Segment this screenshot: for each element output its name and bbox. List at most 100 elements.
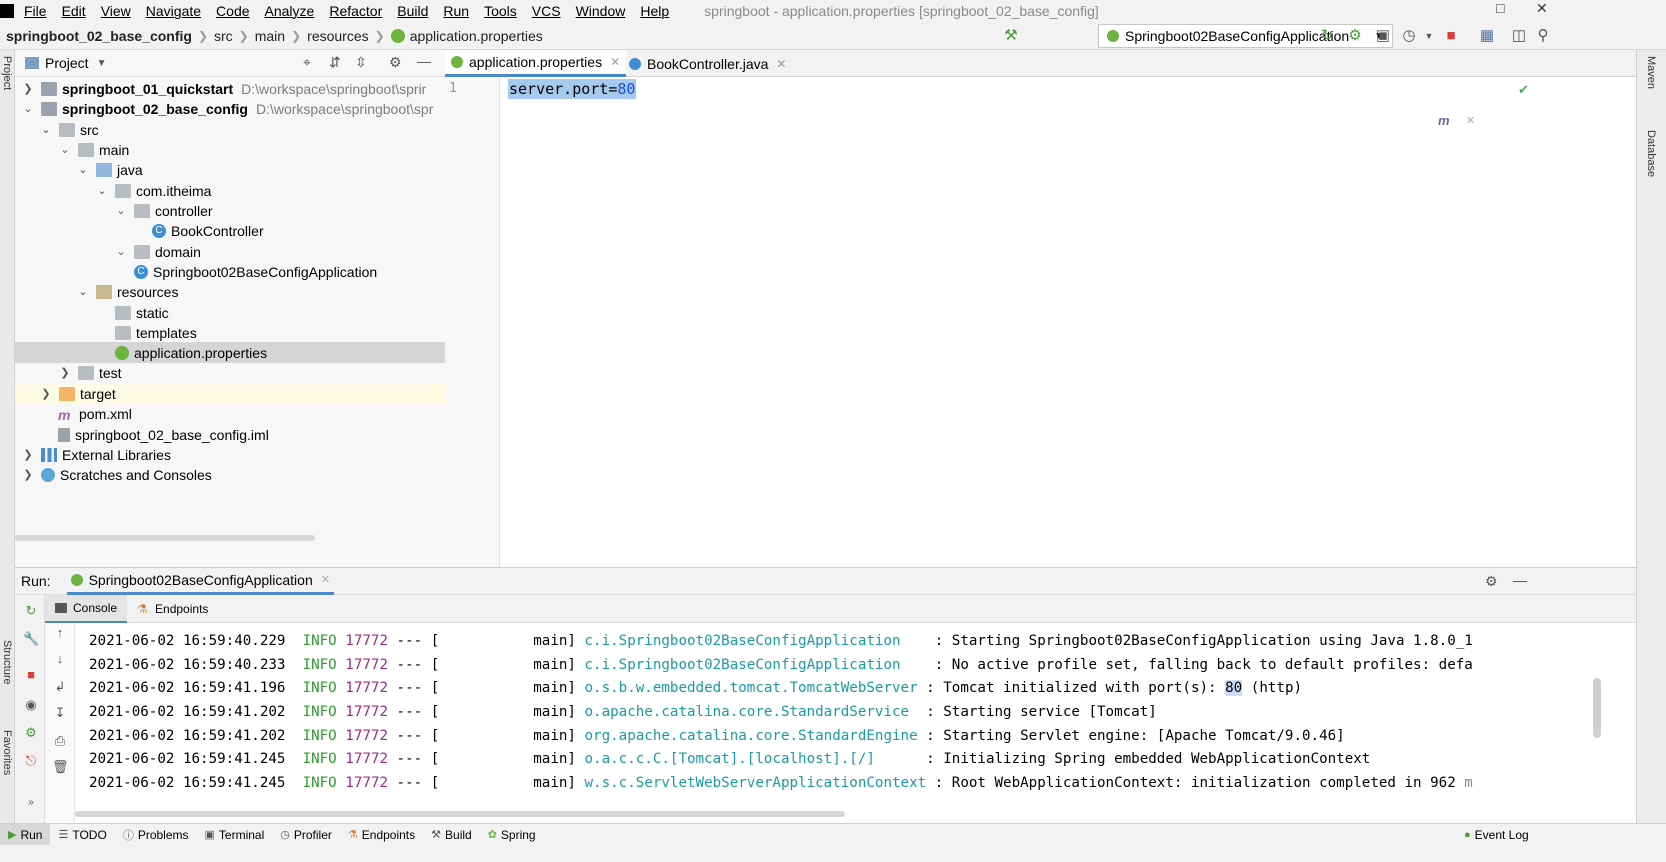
layout-icon[interactable]: ◫ (1510, 27, 1528, 45)
menu-edit[interactable]: Edit (62, 3, 86, 19)
rerun-icon[interactable]: ↻ (1318, 27, 1336, 45)
build-hammer-icon[interactable]: ⚒ (1002, 27, 1020, 45)
log-logger[interactable]: org.apache.catalina.core.StandardEngine (585, 728, 918, 744)
tree-item-quickstart[interactable]: ❯ springboot_01_quickstart D:\workspace\… (15, 78, 455, 99)
tree-item-package[interactable]: ⌄ com.itheima (15, 180, 455, 201)
breadcrumb-src[interactable]: src (214, 28, 233, 44)
menu-analyze[interactable]: Analyze (265, 3, 315, 19)
menu-vcs[interactable]: VCS (532, 3, 561, 19)
tab-terminal[interactable]: ▣ Terminal (197, 824, 273, 846)
tab-application-properties[interactable]: application.properties ✕ (445, 50, 627, 77)
restore-layout-icon[interactable]: ⚙ (23, 725, 39, 741)
tree-item-target[interactable]: ❯ target (15, 383, 455, 404)
code-line[interactable]: server.port=80 (508, 79, 637, 99)
project-panel-title[interactable]: Project (45, 55, 89, 71)
debug-icon[interactable]: ⚙ (1346, 27, 1364, 45)
minimize-icon[interactable]: — (417, 53, 431, 69)
maven-side-tab[interactable]: Maven (1645, 56, 1657, 89)
gear-icon[interactable]: ⚙ (1485, 573, 1498, 590)
code-editor[interactable]: server.port=80 ✔ m ✕ (500, 77, 1636, 567)
tree-item-scratches[interactable]: ❯ Scratches and Consoles (15, 464, 455, 485)
close-icon[interactable]: ✕ (610, 55, 620, 69)
chevron-down-icon[interactable]: ▼ (97, 58, 107, 69)
profile-dropdown-icon[interactable]: ▼ (1420, 27, 1438, 45)
tree-item-pom[interactable]: m pom.xml (15, 403, 455, 424)
tab-console[interactable]: Console (45, 594, 128, 623)
chevron-down-icon[interactable]: ⌄ (58, 143, 72, 156)
wrench-icon[interactable]: 🔧 (23, 631, 39, 647)
menu-tools[interactable]: Tools (484, 3, 517, 19)
chevron-down-icon[interactable]: ⌄ (114, 204, 128, 217)
print-icon[interactable]: ⎙ (52, 733, 68, 749)
menu-file[interactable]: File (24, 3, 47, 19)
log-logger[interactable]: w.s.c.ServletWebServerApplicationContext (585, 775, 927, 791)
tab-bookcontroller[interactable]: BookController.java ✕ (623, 50, 792, 77)
favorites-side-tab[interactable]: Favorites (1, 730, 13, 775)
tree-item-iml[interactable]: springboot_02_base_config.iml (15, 424, 455, 445)
menu-help[interactable]: Help (640, 3, 669, 19)
stop-icon[interactable]: ■ (23, 667, 39, 683)
chevron-right-icon[interactable]: ❯ (21, 82, 35, 95)
arrow-down-icon[interactable]: ↓ (52, 651, 68, 667)
close-icon[interactable]: ✕ (1466, 114, 1475, 127)
menu-refactor[interactable]: Refactor (329, 3, 382, 19)
search-icon[interactable]: ⚲ (1534, 27, 1552, 45)
collapse-all-icon[interactable]: ⇳ (355, 54, 367, 71)
tab-endpoints[interactable]: ⚗ Endpoints (340, 824, 423, 846)
tree-item-resources[interactable]: ⌄ resources (15, 281, 455, 302)
breadcrumb-project[interactable]: springboot_02_base_config (6, 28, 192, 44)
vertical-scrollbar[interactable] (1593, 678, 1601, 738)
tab-event-log[interactable]: ● Event Log (1456, 824, 1537, 846)
tree-item-templates[interactable]: templates (15, 322, 455, 343)
rerun-icon[interactable]: ↻ (23, 603, 39, 619)
horizontal-scrollbar[interactable] (15, 535, 315, 541)
chevron-down-icon[interactable]: ⌄ (76, 285, 90, 298)
tree-item-domain[interactable]: ⌄ domain (15, 241, 455, 262)
tab-run[interactable]: ▶ Run (0, 823, 51, 846)
exit-icon[interactable]: ⎋ (23, 753, 39, 769)
log-logger[interactable]: o.apache.catalina.core.StandardService (585, 704, 910, 720)
database-side-tab[interactable]: Database (1645, 130, 1657, 177)
tab-endpoints[interactable]: ⚗ Endpoints (127, 595, 218, 623)
expand-all-icon[interactable]: ⇵ (329, 54, 341, 71)
tree-item-src[interactable]: ⌄ src (15, 119, 455, 140)
project-side-tab[interactable]: Project (1, 56, 13, 90)
restore-icon[interactable]: □ (1496, 0, 1504, 16)
profile-icon[interactable]: ◷ (1400, 27, 1418, 45)
locate-icon[interactable]: ⌖ (303, 54, 311, 71)
tree-item-application-properties[interactable]: application.properties (15, 342, 455, 363)
chevron-right-icon[interactable]: ❯ (58, 366, 72, 379)
menu-build[interactable]: Build (397, 3, 428, 19)
coverage-icon[interactable]: ▣ (1374, 27, 1392, 45)
menu-run[interactable]: Run (443, 3, 469, 19)
maven-reload-icon[interactable]: m (1438, 113, 1450, 128)
tree-item-external-libraries[interactable]: ❯ External Libraries (15, 444, 455, 465)
gear-icon[interactable]: ⚙ (389, 54, 402, 71)
tree-item-static[interactable]: static (15, 302, 455, 323)
trash-icon[interactable]: 🗑 (52, 759, 69, 775)
run-app-tab[interactable]: Springboot02BaseConfigApplication ✕ (66, 568, 334, 595)
arrow-up-icon[interactable]: ↑ (52, 625, 68, 641)
breadcrumb-file[interactable]: application.properties (410, 28, 543, 44)
chevron-down-icon[interactable]: ⌄ (114, 245, 128, 258)
menu-navigate[interactable]: Navigate (146, 3, 201, 19)
chevron-right-icon[interactable]: ❯ (21, 468, 35, 481)
camera-icon[interactable]: ◉ (23, 697, 39, 713)
tree-item-main[interactable]: ⌄ main (15, 139, 455, 160)
minimize-icon[interactable]: — (1513, 572, 1527, 588)
tree-item-controller[interactable]: ⌄ controller (15, 200, 455, 221)
menu-code[interactable]: Code (216, 3, 249, 19)
stop-icon[interactable]: ■ (1442, 27, 1460, 45)
menu-window[interactable]: Window (576, 3, 626, 19)
tab-todo[interactable]: ☰ TODO (50, 824, 114, 846)
scroll-to-end-icon[interactable]: ↧ (52, 705, 68, 721)
log-logger[interactable]: c.i.Springboot02BaseConfigApplication (585, 657, 901, 673)
tab-problems[interactable]: ⓘ Problems (115, 824, 197, 846)
tree-item-bookcontroller[interactable]: C BookController (15, 220, 455, 241)
chevron-right-icon[interactable]: ❯ (39, 387, 53, 400)
project-structure-icon[interactable]: ▦ (1478, 27, 1496, 45)
chevron-down-icon[interactable]: ⌄ (95, 184, 109, 197)
tree-item-base-config[interactable]: ⌄ springboot_02_base_config D:\workspace… (15, 98, 455, 119)
structure-side-tab[interactable]: Structure (1, 640, 13, 685)
tab-profiler[interactable]: ◷ Profiler (272, 824, 340, 846)
